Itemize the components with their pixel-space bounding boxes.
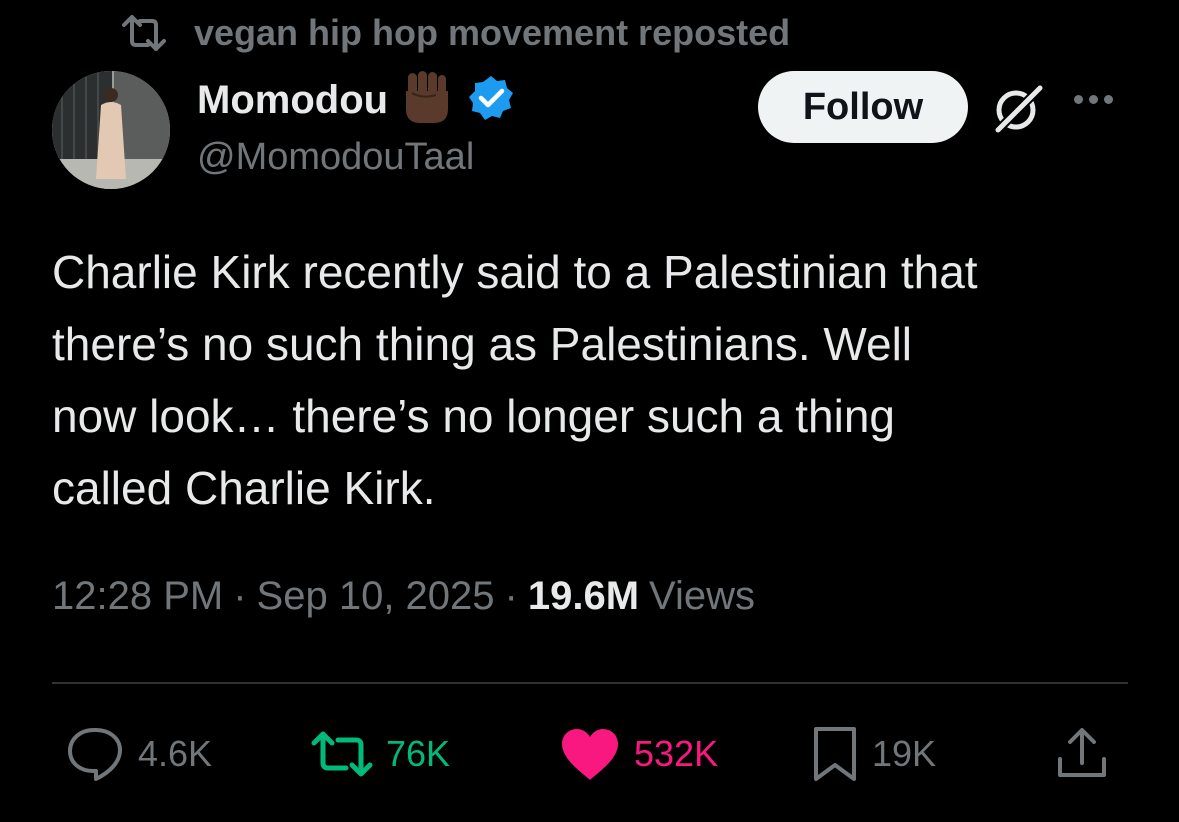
more-dot [1089, 95, 1098, 104]
reply-count: 4.6K [138, 733, 213, 774]
repost-icon [122, 15, 166, 51]
bookmark-count: 19K [872, 733, 937, 774]
repost-count: 76K [386, 733, 451, 774]
bookmark-icon [814, 727, 856, 781]
repost-icon [311, 731, 373, 777]
meta-separator: · [233, 574, 247, 618]
views-label: Views [649, 574, 756, 618]
avatar-image [52, 71, 170, 189]
like-button[interactable]: 532K [558, 725, 718, 783]
views-count[interactable]: 19.6M [528, 574, 639, 619]
more-dot [1104, 95, 1113, 104]
repost-header[interactable]: vegan hip hop movement reposted [120, 10, 790, 56]
follow-button[interactable]: Follow [758, 71, 968, 143]
share-icon [1058, 728, 1106, 777]
tweet-meta: 12:28 PM · Sep 10, 2025 · 19.6M Views [52, 574, 755, 619]
grok-icon[interactable] [990, 82, 1046, 143]
author-handle[interactable]: @MomodouTaal [197, 136, 474, 179]
meta-separator: · [504, 574, 518, 618]
raised-fist-emoji [398, 69, 456, 132]
bookmark-button[interactable]: 19K [810, 725, 936, 783]
tweet-text: Charlie Kirk recently said to a Palestin… [52, 246, 978, 514]
avatar[interactable] [52, 71, 170, 189]
tweet-time[interactable]: 12:28 PM [52, 574, 223, 619]
share-button[interactable] [1054, 725, 1110, 783]
reply-button[interactable]: 4.6K [66, 725, 212, 783]
more-dot [1074, 95, 1083, 104]
reply-icon [68, 728, 122, 781]
author-name-row[interactable]: Momodou [197, 70, 516, 128]
repost-button[interactable]: 76K [310, 725, 450, 783]
repost-header-text: vegan hip hop movement reposted [194, 12, 791, 53]
like-count: 532K [634, 733, 719, 774]
author-display-name[interactable]: Momodou [197, 78, 388, 123]
tweet-date[interactable]: Sep 10, 2025 [257, 574, 495, 619]
divider [52, 682, 1128, 684]
verified-badge-icon[interactable] [466, 73, 516, 128]
heart-filled-icon [562, 729, 618, 780]
more-options-icon[interactable] [1074, 95, 1113, 104]
